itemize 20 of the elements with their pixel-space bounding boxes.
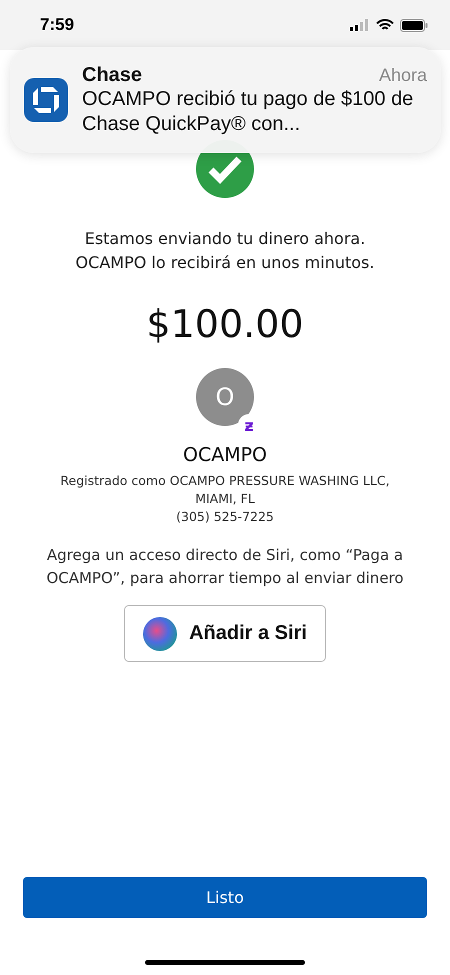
notification-message: OCAMPO recibió tu pago de $100 de Chase QuickPay® con...: [82, 86, 414, 136]
notification-time: Ahora: [378, 64, 427, 86]
recipient-name: OCAMPO: [182, 444, 268, 466]
confirmation-text: OCAMPO lo recibirá en unos minutos.: [76, 252, 374, 274]
recipient-detail: (305) 525-7225: [176, 508, 274, 526]
confirmation-text: Estamos enviando tu dinero ahora.: [84, 228, 366, 250]
recipient-detail: Registrado como OCAMPO PRESSURE WASHING LLC,: [60, 472, 390, 490]
app-logo-icon: [24, 78, 68, 122]
siri-orb-icon: [143, 616, 178, 650]
siri-hint: Agrega un acceso directo de Siri, como “Paga a OCAMPO”, para ahorrar tiempo al enviar dinero: [45, 545, 405, 589]
recipient-detail: MIAMI, FL: [195, 490, 255, 508]
amount: $100.00: [146, 302, 304, 346]
status-time: 7:59: [40, 15, 74, 35]
wifi-icon: [376, 18, 394, 32]
notification-app-name: Chase: [82, 64, 142, 86]
notification-banner[interactable]: Chase Ahora OCAMPO recibió tu pago de $100 de Chase QuickPay® con...: [10, 47, 441, 153]
battery-icon: [400, 18, 428, 32]
add-to-siri-button[interactable]: Añadir a Siri: [124, 605, 326, 662]
done-button[interactable]: Listo: [23, 877, 427, 918]
signal-icon: [350, 19, 370, 31]
